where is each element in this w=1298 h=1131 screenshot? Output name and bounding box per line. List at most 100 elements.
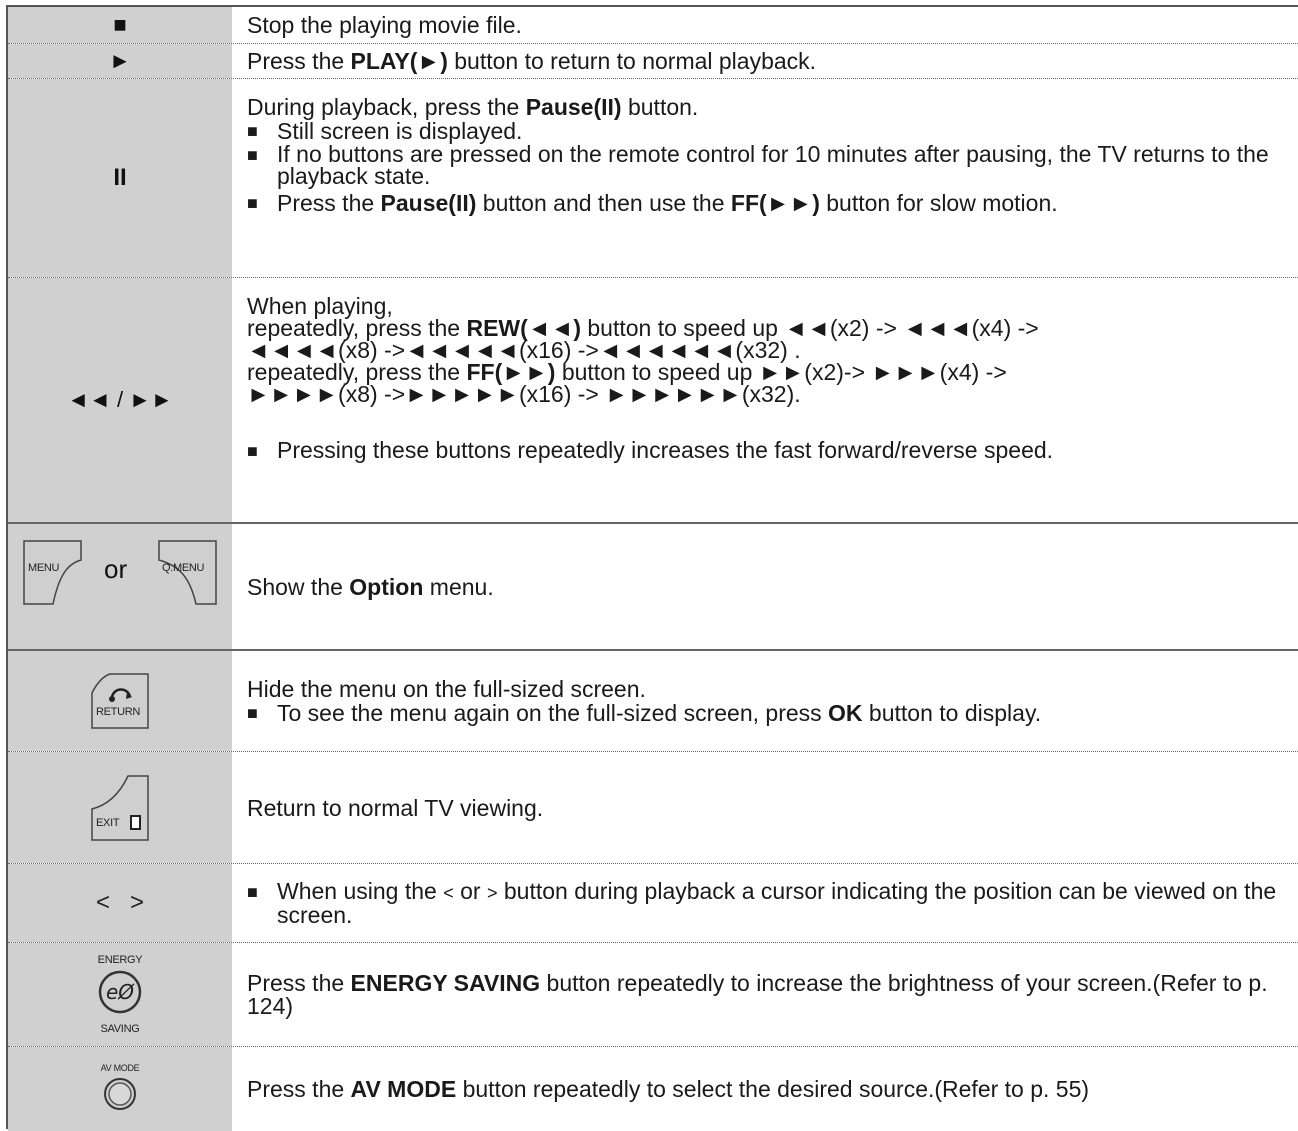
description-cell: Return to normal TV viewing. — [234, 752, 1298, 863]
return-button-icon: RETURN — [90, 673, 150, 729]
menu-button-label: MENU — [28, 562, 60, 574]
rewind-fast-forward-icon: ◄◄ / ►► — [67, 387, 173, 412]
exit-button-label: EXIT — [96, 816, 120, 829]
energy-saving-label-bottom: SAVING — [100, 1023, 140, 1035]
return-button-label: RETURN — [96, 706, 141, 718]
description-text: ►►►►(x8) ->►►►►►(x16) -> ►►►►►►(x32). — [247, 381, 801, 407]
description-text: repeatedly, press the REW(◄◄) button to … — [247, 317, 1292, 340]
stop-icon: ■ — [113, 12, 127, 37]
or-text: or — [104, 554, 128, 584]
bullet-item: ■ If no buttons are pressed on the remote… — [247, 141, 1292, 189]
av-mode-label: AV MODE — [100, 1062, 140, 1073]
table-row: AV MODE Press the AV MODE button repeate… — [8, 1047, 1298, 1131]
bullet-item: ■ When using the < or > button during pla… — [247, 878, 1292, 927]
button-name: Pause(II) — [525, 94, 622, 120]
text-segment: menu. — [423, 573, 494, 600]
icon-cell: MENU or Q.MENU — [8, 524, 234, 649]
bullet-icon: ■ — [247, 193, 258, 213]
pause-icon: II — [113, 164, 127, 191]
q-menu-button-label: Q.MENU — [162, 562, 205, 574]
left-right-arrow-icon: < > — [95, 889, 145, 916]
description-text: Show the Option menu. — [247, 575, 1292, 599]
table-row: II During playback, press the Pause(II) … — [8, 79, 1298, 278]
text-segment: button. — [621, 94, 699, 120]
button-name: FF(►►) — [730, 190, 820, 216]
description-text: Return to normal TV viewing. — [247, 794, 544, 821]
bullet-item: ■ To see the menu again on the full-sized… — [247, 701, 1292, 725]
text-segment: To see the menu again on the full-sized … — [277, 700, 829, 726]
bullet-icon: ■ — [247, 703, 258, 723]
table-row: MENU or Q.MENU Show the Option menu. — [8, 524, 1298, 651]
text-segment: During playback, press the — [247, 94, 526, 120]
text-segment: button to return to normal playback. — [447, 48, 817, 74]
text-segment: button for slow motion. — [819, 190, 1058, 216]
bullet-icon: ■ — [247, 882, 258, 902]
button-name: AV MODE — [350, 1076, 457, 1102]
icon-cell: RETURN — [8, 651, 234, 751]
text-segment: button and then use the — [476, 190, 731, 216]
bullet-text: Pressing these buttons repeatedly increa… — [277, 437, 1054, 463]
table-row: ■ Stop the playing movie file. — [8, 7, 1298, 44]
description-cell: During playback, press the Pause(II) but… — [234, 79, 1298, 277]
q-menu-button-icon: Q.MENU — [158, 540, 218, 606]
av-mode-button-icon — [103, 1077, 137, 1116]
exit-button-icon: EXIT — [90, 774, 150, 841]
text-segment: Show the — [247, 573, 350, 600]
text-segment: Press the — [277, 190, 381, 216]
table-row: < > ■ When using the < or > button during… — [8, 864, 1298, 943]
description-cell: Press the AV MODE button repeatedly to s… — [234, 1047, 1298, 1131]
table-row: RETURN Hide the menu on the full-sized s… — [8, 651, 1298, 752]
table-row: ENERGY eØ SAVING Press the ENERGY SAVING… — [8, 943, 1298, 1047]
description-cell: Press the PLAY(►) button to return to no… — [234, 44, 1298, 78]
icon-cell: ► — [8, 44, 234, 78]
bullet-icon: ■ — [247, 441, 258, 461]
svg-text:eØ: eØ — [106, 980, 135, 1004]
description-cell: Stop the playing movie file. — [234, 7, 1298, 43]
description-text: When playing, — [247, 293, 393, 319]
description-text: repeatedly, press the FF(►►) button to s… — [247, 361, 1292, 384]
bullet-item: ■ Still screen is displayed. — [247, 119, 1292, 143]
text-segment: button to display. — [862, 700, 1042, 726]
text-segment: button repeatedly to select the desired … — [456, 1076, 1090, 1102]
energy-saving-button-icon: eØ — [98, 970, 142, 1019]
bullet-icon: ■ — [247, 121, 258, 141]
table-row: ◄◄ / ►► When playing, repeatedly, press … — [8, 278, 1298, 524]
icon-cell: AV MODE — [8, 1047, 234, 1131]
bullet-text: Still screen is displayed. — [277, 118, 523, 144]
bullet-item: ■ Press the Pause(II) button and then use… — [247, 191, 1292, 215]
button-name: OK — [828, 700, 863, 726]
menu-button-icon: MENU — [23, 540, 83, 606]
play-icon: ► — [109, 48, 131, 73]
bullet-icon: ■ — [247, 145, 258, 165]
text-segment: Press the — [247, 1076, 351, 1102]
left-arrow-icon: < — [443, 883, 454, 903]
bullet-text: If no buttons are pressed on the remote … — [277, 141, 1269, 189]
description-text: During playback, press the Pause(II) but… — [247, 95, 1292, 119]
button-name: PLAY(►) — [350, 48, 448, 74]
bullet-text: To see the menu again on the full-sized … — [277, 701, 1292, 725]
remote-control-function-table: ■ Stop the playing movie file. ► Press t… — [6, 5, 1298, 1131]
table-row: ► Press the PLAY(►) button to return to … — [8, 44, 1298, 79]
description-cell: Hide the menu on the full-sized screen. … — [234, 651, 1298, 751]
energy-saving-label-top: ENERGY — [97, 954, 143, 966]
table-row: EXIT Return to normal TV viewing. — [8, 752, 1298, 864]
text-segment: or — [453, 878, 487, 904]
bullet-item: ■ Pressing these buttons repeatedly incre… — [247, 439, 1292, 463]
description-cell: Press the ENERGY SAVING button repeatedl… — [234, 943, 1298, 1046]
text-segment: When using the — [277, 878, 444, 904]
description-cell: ■ When using the < or > button during pla… — [234, 864, 1298, 942]
description-cell: When playing, repeatedly, press the REW(… — [234, 278, 1298, 522]
description-text: Stop the playing movie file. — [247, 12, 522, 38]
icon-cell: < > — [8, 864, 234, 942]
icon-cell: II — [8, 79, 234, 277]
icon-cell: ◄◄ / ►► — [8, 278, 234, 522]
icon-cell: ENERGY eØ SAVING — [8, 943, 234, 1046]
menu-name: Option — [349, 573, 424, 600]
text-segment: Press the — [247, 48, 351, 74]
description-text: ◄◄◄◄(x8) ->◄◄◄◄◄(x16) ->◄◄◄◄◄◄(x32) . — [247, 337, 801, 363]
button-name: Pause(II) — [380, 190, 477, 216]
icon-cell: ■ — [8, 7, 234, 43]
bullet-text: When using the < or > button during play… — [277, 878, 1292, 927]
description-cell: Show the Option menu. — [234, 524, 1298, 649]
description-text: Hide the menu on the full-sized screen. — [247, 676, 646, 702]
